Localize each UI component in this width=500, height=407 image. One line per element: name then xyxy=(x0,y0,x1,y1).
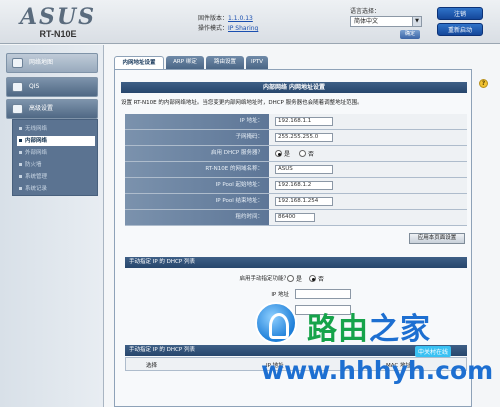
language-label: 语言选择： xyxy=(350,8,381,15)
manual-ip-row: IP 地址 xyxy=(125,287,467,301)
watermark-title: 路由之家 xyxy=(307,312,431,347)
logout-button[interactable]: 注销 xyxy=(437,7,483,20)
advanced-submenu: 无线网络 内部网络 外部网络 防火墙 系统管理 系统记录 xyxy=(12,119,98,196)
column-select: 选择 xyxy=(146,363,158,369)
mode-link[interactable]: IP Sharing xyxy=(228,25,258,32)
language-selected: 简体中文 xyxy=(354,18,379,25)
dhcp-no-radio[interactable] xyxy=(299,150,306,157)
subnet-mask-input[interactable]: 255.255.255.0 xyxy=(275,133,333,142)
tab-lan-ip[interactable]: 内网地址设置 xyxy=(114,56,164,69)
radio-label: 否 xyxy=(308,151,315,158)
language-ok-button[interactable]: 确定 xyxy=(400,30,420,39)
mode-label: 操作模式： xyxy=(198,25,229,32)
model-name: RT-N10E xyxy=(39,29,77,39)
field-label: 租约时间： xyxy=(125,210,269,225)
reboot-button[interactable]: 重新启动 xyxy=(437,23,483,36)
sidebar-item-network-map[interactable]: 网络地图 xyxy=(6,53,98,73)
field-row-lease: 租约时间： 86400 xyxy=(125,210,467,226)
field-row-subnet: 子网掩码： 255.255.255.0 xyxy=(125,130,467,146)
submenu-item-administration[interactable]: 系统管理 xyxy=(17,172,95,182)
header-bar: ASUS RT-N10E 固件版本：1.1.0.13 操作模式：IP Shari… xyxy=(0,0,500,44)
field-label: 子网掩码： xyxy=(125,130,269,145)
submenu-item-wan[interactable]: 外部网络 xyxy=(17,148,95,158)
field-label: RT-N10E 的网域名称： xyxy=(125,162,269,177)
manual-ip-input[interactable] xyxy=(295,289,351,299)
sidebar-item-advanced[interactable]: 高级设置 xyxy=(6,99,98,119)
logo-text: ASUS xyxy=(19,4,97,30)
submenu-item-system-log[interactable]: 系统记录 xyxy=(17,184,95,194)
dhcp-yes-radio[interactable] xyxy=(275,150,282,157)
manual-no-radio[interactable] xyxy=(309,275,316,282)
qis-icon xyxy=(12,82,23,92)
field-row-domain: RT-N10E 的网域名称： ASUS xyxy=(125,162,467,178)
manual-yes-radio[interactable] xyxy=(287,275,294,282)
field-row-pool-start: IP Pool 起始地址： 192.168.1.2 xyxy=(125,178,467,194)
domain-name-input[interactable]: ASUS xyxy=(275,165,333,174)
field-label: 启用 DHCP 服务器？ xyxy=(125,146,269,161)
radio-label: 是 xyxy=(296,276,303,283)
pool-end-input[interactable]: 192.168.1.254 xyxy=(275,197,333,206)
sidebar: 网络地图 QIS 高级设置 无线网络 内部网络 外部网络 防火墙 系统管理 系统… xyxy=(0,45,104,407)
submenu-item-lan[interactable]: 内部网络 xyxy=(17,136,95,146)
pool-start-input[interactable]: 192.168.1.2 xyxy=(275,181,333,190)
manual-enable-label: 启用手动指定功能？ xyxy=(239,276,289,282)
language-select[interactable]: 简体中文 ▼ xyxy=(350,16,422,27)
lease-time-input[interactable]: 86400 xyxy=(275,213,315,222)
help-icon[interactable]: ? xyxy=(479,79,488,88)
network-map-icon xyxy=(12,58,23,68)
panel-description: 设置 RT-N10E 的内部网络地址。当您变更内部网络地址时，DHCP 服务器也… xyxy=(121,100,363,106)
field-row-dhcp: 启用 DHCP 服务器？ 是 否 xyxy=(125,146,467,162)
firmware-label: 固件版本： xyxy=(198,15,229,22)
sidebar-item-label: 网络地图 xyxy=(29,59,54,66)
watermark-url: www.hhhyh.com xyxy=(261,356,494,385)
panel-title: 内部网络 内网地址设置 xyxy=(121,82,467,93)
tab-iptv[interactable]: IPTV xyxy=(246,56,268,69)
chevron-down-icon: ▼ xyxy=(412,17,421,26)
watermark-logo-icon xyxy=(255,302,297,344)
field-label: IP Pool 结束地址： xyxy=(125,194,269,209)
manual-enable-row: 启用手动指定功能？ 是 否 xyxy=(125,271,467,285)
firmware-info: 固件版本：1.1.0.13 操作模式：IP Sharing xyxy=(198,14,258,34)
field-row-pool-end: IP Pool 结束地址： 192.168.1.254 xyxy=(125,194,467,210)
sidebar-item-qis[interactable]: QIS xyxy=(6,77,98,97)
field-label: IP Pool 起始地址： xyxy=(125,178,269,193)
watermark: 路由之家 中关村在线 www.hhhyh.com xyxy=(255,302,500,407)
ip-address-input[interactable]: 192.168.1.1 xyxy=(275,117,333,126)
submenu-item-firewall[interactable]: 防火墙 xyxy=(17,160,95,170)
tab-arp-binding[interactable]: ARP 绑定 xyxy=(166,56,204,69)
field-row-ip: IP 地址： 192.168.1.1 xyxy=(125,114,467,130)
sidebar-item-label: 高级设置 xyxy=(29,105,54,112)
field-label: IP 地址： xyxy=(125,114,269,129)
manual-ip-label: IP 地址 xyxy=(271,292,289,298)
sidebar-item-label: QIS xyxy=(29,83,40,90)
submenu-item-wireless[interactable]: 无线网络 xyxy=(17,124,95,134)
firmware-version-link[interactable]: 1.1.0.13 xyxy=(228,15,253,22)
tab-route[interactable]: 路由设置 xyxy=(206,56,244,69)
apply-settings-button[interactable]: 应用本页面设置 xyxy=(409,233,465,244)
radio-label: 是 xyxy=(284,151,291,158)
advanced-settings-icon xyxy=(12,104,23,114)
manual-dhcp-section-header: 手动指定 IP 的 DHCP 列表 xyxy=(125,257,467,268)
radio-label: 否 xyxy=(318,276,325,283)
asus-logo: ASUS RT-N10E xyxy=(8,4,108,40)
